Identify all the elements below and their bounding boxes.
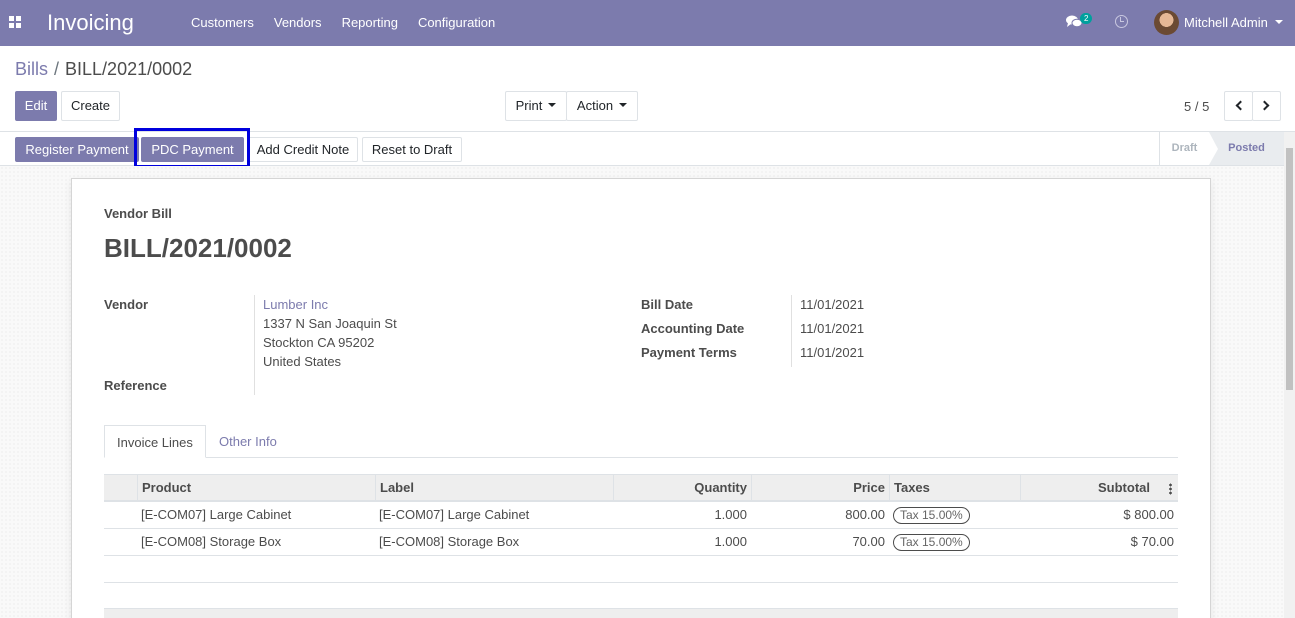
bill-date-value: 11/01/2021 (800, 297, 865, 312)
cell-subtotal: $ 70.00 (1130, 534, 1174, 549)
payment-terms-value: 11/01/2021 (800, 345, 865, 360)
document-name: BILL/2021/0002 (104, 233, 292, 263)
cell-subtotal: $ 800.00 (1123, 507, 1174, 522)
caret-down-icon (619, 102, 628, 107)
payment-terms-label: Payment Terms (641, 345, 737, 360)
menu-item-vendors[interactable]: Vendors (264, 0, 332, 46)
cell-product: [E-COM07] Large Cabinet (141, 507, 292, 522)
vendor-link[interactable]: Lumber Inc (263, 297, 328, 312)
apps-menu-icon[interactable] (9, 16, 21, 28)
breadcrumb-bills-link[interactable]: Bills (15, 59, 48, 79)
reference-label: Reference (104, 378, 167, 393)
chevron-left-icon (1235, 100, 1246, 111)
cell-label: [E-COM07] Large Cabinet (379, 507, 530, 522)
cell-quantity: 1.000 (714, 507, 747, 522)
column-header-taxes[interactable]: Taxes (889, 475, 1020, 501)
cell-product: [E-COM08] Storage Box (141, 534, 282, 549)
user-menu[interactable]: Mitchell Admin (1184, 15, 1268, 30)
vendor-address-line: 1337 N San Joaquin St (263, 316, 397, 331)
breadcrumb-separator: / (54, 59, 60, 79)
top-navbar: Invoicing Customers Vendors Reporting Co… (0, 0, 1295, 46)
chat-count-badge: 2 (1080, 13, 1093, 24)
stage-separator (1209, 132, 1218, 165)
handle-column-header (104, 475, 137, 501)
cell-taxes: Tax 15.00% (889, 529, 974, 555)
column-header-quantity[interactable]: Quantity (613, 475, 751, 501)
table-row[interactable]: [E-COM07] Large Cabinet [E-COM07] Large … (104, 502, 1178, 529)
field-divider (791, 295, 792, 367)
vendor-address-line: United States (263, 354, 342, 369)
clock-icon[interactable] (1115, 15, 1128, 28)
column-header-subtotal[interactable]: Subtotal (1020, 475, 1154, 501)
table-footer (104, 608, 1178, 618)
add-credit-note-button[interactable]: Add Credit Note (248, 137, 358, 162)
tax-badge: Tax 15.00% (893, 534, 970, 551)
stage-draft[interactable]: Draft (1159, 132, 1209, 165)
tab-other-info[interactable]: Other Info (207, 425, 289, 458)
pdc-payment-highlight (134, 128, 250, 168)
reset-to-draft-button[interactable]: Reset to Draft (362, 137, 462, 162)
breadcrumb: Bills / BILL/2021/0002 (15, 59, 192, 80)
register-payment-button[interactable]: Register Payment (15, 137, 139, 162)
tax-badge: Tax 15.00% (893, 507, 970, 524)
print-dropdown[interactable]: Print (505, 91, 567, 121)
main-menu: Customers Vendors Reporting Configuratio… (181, 0, 505, 46)
menu-item-reporting[interactable]: Reporting (332, 0, 408, 46)
app-title[interactable]: Invoicing (47, 10, 134, 36)
tab-invoice-lines[interactable]: Invoice Lines (104, 425, 206, 458)
vendor-label: Vendor (104, 297, 149, 312)
vendor-address-line: Stockton CA 95202 (263, 335, 375, 350)
avatar[interactable] (1154, 10, 1179, 35)
create-button[interactable]: Create (61, 91, 120, 121)
action-label: Action (576, 98, 614, 113)
empty-table-row (104, 556, 1178, 583)
pager-value[interactable]: 5 / 5 (1184, 99, 1209, 114)
column-header-price[interactable]: Price (751, 475, 889, 501)
accounting-date-value: 11/01/2021 (800, 321, 865, 336)
accounting-date-label: Accounting Date (641, 321, 745, 336)
table-row[interactable]: [E-COM08] Storage Box [E-COM08] Storage … (104, 529, 1178, 556)
field-divider (254, 295, 255, 395)
table-header: Product Label Quantity Price Taxes Subto… (104, 474, 1178, 502)
pager-previous-button[interactable] (1224, 91, 1253, 121)
cell-quantity: 1.000 (714, 534, 747, 549)
invoice-lines-table: Product Label Quantity Price Taxes Subto… (104, 474, 1178, 583)
cell-taxes: Tax 15.00% (889, 502, 974, 528)
caret-down-icon (548, 102, 557, 107)
menu-item-customers[interactable]: Customers (181, 0, 264, 46)
action-dropdown[interactable]: Action (566, 91, 638, 121)
column-header-product[interactable]: Product (137, 475, 375, 501)
bill-date-label: Bill Date (641, 297, 694, 312)
stage-posted: Posted (1209, 132, 1284, 165)
column-header-label[interactable]: Label (375, 475, 613, 501)
menu-item-configuration[interactable]: Configuration (408, 0, 505, 46)
scrollbar-thumb[interactable] (1286, 148, 1293, 390)
column-options-icon[interactable] (1169, 483, 1172, 495)
user-caret-icon (1275, 20, 1283, 24)
print-label: Print (515, 98, 543, 113)
pager-next-button[interactable] (1252, 91, 1281, 121)
document-type-label: Vendor Bill (104, 206, 172, 221)
chevron-right-icon (1259, 100, 1270, 111)
breadcrumb-current: BILL/2021/0002 (65, 59, 193, 79)
cell-label: [E-COM08] Storage Box (379, 534, 520, 549)
cell-price: 70.00 (852, 534, 885, 549)
edit-button[interactable]: Edit (15, 91, 57, 121)
cell-price: 800.00 (845, 507, 885, 522)
